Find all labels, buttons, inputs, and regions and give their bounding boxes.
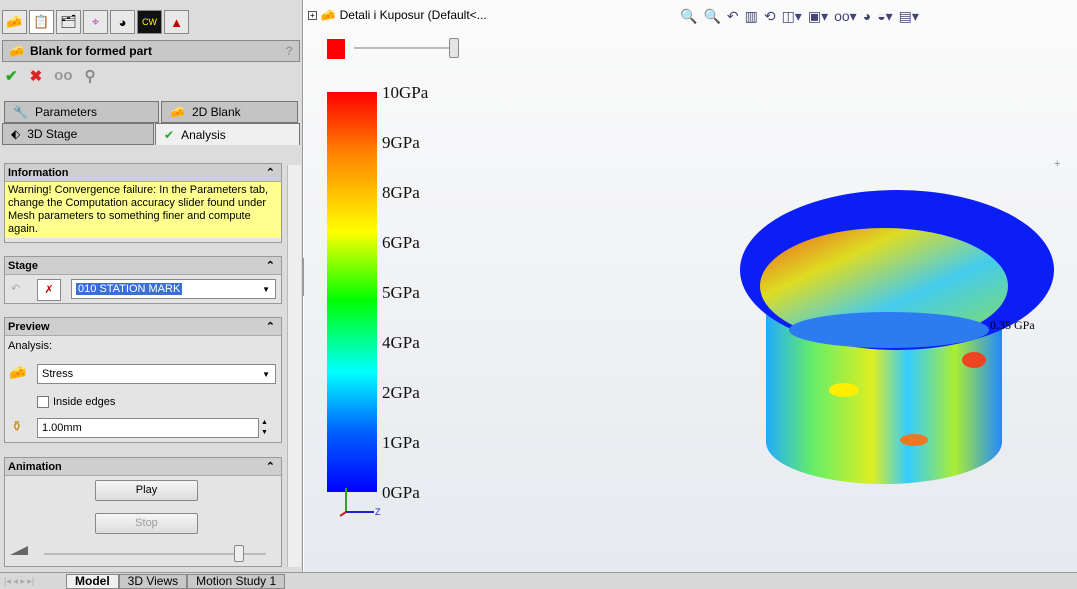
- speed-icon: [10, 546, 28, 555]
- tab-parameters[interactable]: 🔧 Parameters: [4, 101, 159, 123]
- stage-select[interactable]: 010 STATION MARK ▼: [71, 279, 276, 299]
- dynamic-annotation-icon[interactable]: ⟲: [764, 8, 776, 25]
- size-icon: ⚱: [11, 418, 23, 434]
- opacity-slider-thumb[interactable]: [449, 38, 459, 58]
- manager-tabs: 🧀 📋 🗂 ⌖ ◕ CW ▲: [2, 10, 189, 34]
- expand-icon[interactable]: +: [308, 10, 317, 20]
- view-orientation-icon[interactable]: ◫▾: [782, 8, 802, 25]
- information-section: Information ⌃ Warning! Convergence failur…: [4, 163, 282, 243]
- size-input[interactable]: 1.00mm: [37, 418, 259, 438]
- section-view-icon[interactable]: ▥: [745, 8, 758, 25]
- camworks-icon[interactable]: CW: [137, 10, 162, 34]
- analysis-icon: 🧀: [9, 364, 27, 380]
- panel-title: 🧀 Blank for formed part?: [2, 40, 300, 62]
- stop-button[interactable]: Stop: [95, 513, 198, 534]
- zoom-to-fit-icon[interactable]: 🔍: [680, 8, 697, 25]
- preview-icon[interactable]: oo: [54, 67, 72, 85]
- property-manager: 🧀 📋 🗂 ⌖ ◕ CW ▲ 🧀 Blank for formed part? ✔…: [0, 0, 311, 572]
- scene-icon[interactable]: ◒▾: [877, 8, 892, 25]
- collapse-icon[interactable]: ⌃: [266, 166, 275, 179]
- property-manager-icon[interactable]: 📋: [29, 10, 54, 34]
- stress-plot-model: [740, 190, 1054, 484]
- ok-button[interactable]: ✔: [5, 67, 18, 85]
- animation-slider[interactable]: [44, 553, 266, 555]
- tab-model[interactable]: Model: [66, 573, 119, 589]
- opacity-slider[interactable]: [354, 47, 459, 49]
- previous-view-icon[interactable]: ↶: [727, 8, 739, 25]
- feature-manager-icon[interactable]: 🧀: [2, 10, 27, 34]
- stage-section: Stage ⌃ ↶ ✗ 010 STATION MARK ▼: [4, 256, 282, 304]
- warning-message: Warning! Convergence failure: In the Par…: [5, 182, 281, 238]
- dimxpert-icon[interactable]: ⌖: [83, 10, 108, 34]
- view-toolbar: 🔍 🔍 ↶ ▥ ⟲ ◫▾ ▣▾ oo▾ ◕ ◒▾ ▤▾: [680, 8, 919, 25]
- stage-icon: ⬖: [11, 127, 21, 141]
- tab-3d-views[interactable]: 3D Views: [118, 573, 188, 589]
- pushpin-icon[interactable]: ⚲: [84, 67, 95, 85]
- delete-stage-button[interactable]: ✗: [37, 279, 61, 301]
- collapse-icon[interactable]: ⌃: [266, 259, 275, 272]
- configuration-manager-icon[interactable]: 🗂: [56, 10, 81, 34]
- tab-2d-blank[interactable]: 🧀 2D Blank: [161, 101, 298, 123]
- legend-label: 0GPa: [382, 483, 420, 502]
- graphics-viewport[interactable]: + 🧀 Detali i Kuposur (Default<... 🔍 🔍 ↶ ▥ ⟲ ◫▾ ▣…: [304, 0, 1077, 572]
- chevron-down-icon: ▼: [262, 369, 270, 379]
- legend-label: 6GPa: [382, 233, 420, 252]
- triad-icon: Z: [339, 488, 381, 517]
- play-button[interactable]: Play: [95, 480, 198, 501]
- collapse-icon[interactable]: ⌃: [266, 320, 275, 333]
- appearance-icon[interactable]: ◕: [863, 8, 871, 25]
- legend-label: 2GPa: [382, 383, 420, 402]
- probe-annotation: 0.35 GPa: [990, 318, 1035, 332]
- legend-label: 5GPa: [382, 283, 420, 302]
- legend-label: 1GPa: [382, 433, 420, 452]
- color-swatch[interactable]: [327, 39, 345, 59]
- animation-slider-thumb[interactable]: [234, 545, 244, 562]
- analysis-select[interactable]: Stress ▼: [37, 364, 276, 384]
- feature-tree-flyout[interactable]: + 🧀 Detali i Kuposur (Default<...: [308, 8, 487, 22]
- tab-analysis[interactable]: ✔ Analysis: [155, 123, 300, 145]
- panel-scrollbar[interactable]: [287, 165, 301, 567]
- tab-motion-study[interactable]: Motion Study 1: [187, 573, 286, 589]
- inside-edges-checkbox[interactable]: [37, 396, 49, 408]
- chevron-down-icon: ▼: [262, 284, 270, 294]
- stress-legend-bar: [327, 92, 377, 492]
- part-icon: 🧀: [320, 8, 336, 22]
- preview-section: Preview ⌃ Analysis: 🧀 Stress ▼ Inside edge…: [4, 317, 282, 443]
- display-manager-icon[interactable]: ◕: [110, 10, 135, 34]
- tab-3d-stage[interactable]: ⬖ 3D Stage: [2, 123, 154, 145]
- bottom-tab-bar: |◂ ◂ ▸ ▸| Model 3D Views Motion Study 1: [0, 572, 1077, 589]
- hide-show-icon[interactable]: oo▾: [834, 8, 857, 25]
- help-button[interactable]: ?: [286, 44, 293, 58]
- legend-label: 10GPa: [382, 83, 429, 102]
- svg-text:Z: Z: [375, 507, 381, 517]
- plus-marker: +: [1054, 158, 1061, 170]
- tab-scroll-arrows[interactable]: |◂ ◂ ▸ ▸|: [0, 576, 66, 587]
- blank-icon: 🧀: [170, 105, 185, 119]
- legend-label: 8GPa: [382, 183, 420, 202]
- legend-label: 9GPa: [382, 133, 420, 152]
- arrow-icon[interactable]: ↶: [11, 282, 20, 295]
- cancel-button[interactable]: ✖: [30, 67, 43, 85]
- zoom-to-area-icon[interactable]: 🔍: [703, 8, 720, 25]
- blank-icon: 🧀: [9, 44, 24, 58]
- collapse-icon[interactable]: ⌃: [266, 460, 275, 473]
- check-icon: ✔: [164, 127, 175, 142]
- simulation-icon[interactable]: ▲: [164, 10, 189, 34]
- spinner[interactable]: ▲ ▼: [261, 418, 268, 438]
- legend-label: 4GPa: [382, 333, 420, 352]
- view-settings-icon[interactable]: ▤▾: [899, 8, 919, 25]
- wrench-icon: 🔧: [13, 105, 28, 119]
- display-style-icon[interactable]: ▣▾: [808, 8, 828, 25]
